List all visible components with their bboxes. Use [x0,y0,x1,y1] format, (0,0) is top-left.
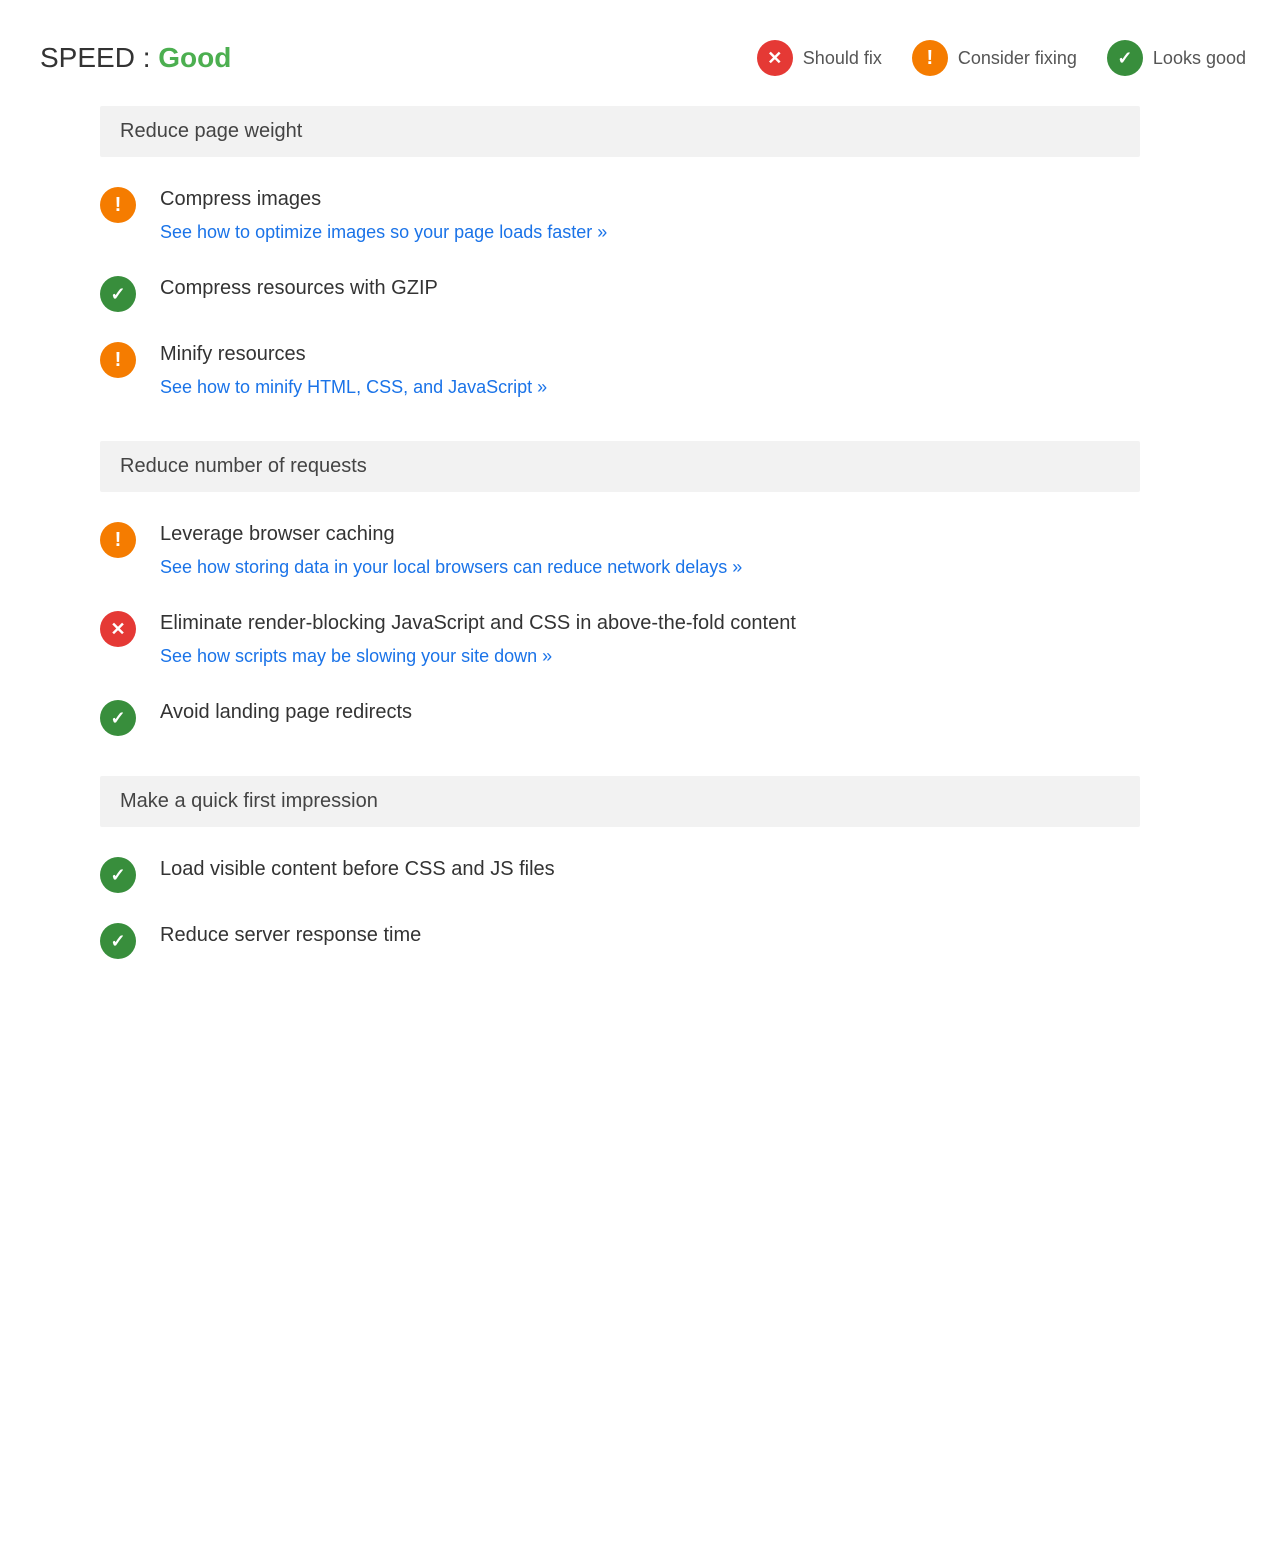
section-header-quick-impression: Make a quick first impression [100,776,1140,827]
server-response-icon [100,923,136,959]
speed-text: SPEED : [40,42,150,73]
browser-caching-circle [100,522,136,558]
compress-images-circle [100,187,136,223]
compress-gzip-title: Compress resources with GZIP [160,274,438,302]
compress-images-content: Compress images See how to optimize image… [160,185,607,246]
section-header-reduce-page-weight: Reduce page weight [100,106,1140,157]
browser-caching-icon [100,522,136,558]
legend-should-fix: Should fix [757,40,882,76]
browser-caching-title: Leverage browser caching [160,520,742,548]
compress-gzip-circle [100,276,136,312]
landing-redirects-title: Avoid landing page redirects [160,698,412,726]
landing-redirects-icon [100,700,136,736]
render-blocking-title: Eliminate render-blocking JavaScript and… [160,609,796,637]
compress-images-title: Compress images [160,185,607,213]
legend-consider-fixing: Consider fixing [912,40,1077,76]
minify-resources-link[interactable]: See how to minify HTML, CSS, and JavaScr… [160,374,547,401]
consider-fixing-icon [912,40,948,76]
server-response-content: Reduce server response time [160,921,421,949]
browser-caching-content: Leverage browser caching See how storing … [160,520,742,581]
render-blocking-circle [100,611,136,647]
check-item-compress-gzip: Compress resources with GZIP [100,256,1140,322]
should-fix-icon [757,40,793,76]
consider-fixing-label: Consider fixing [958,48,1077,69]
landing-redirects-circle [100,700,136,736]
check-item-compress-images: Compress images See how to optimize image… [100,167,1140,256]
speed-value: Good [158,42,231,73]
landing-redirects-content: Avoid landing page redirects [160,698,412,726]
check-item-minify-resources: Minify resources See how to minify HTML, … [100,322,1140,411]
minify-resources-title: Minify resources [160,340,547,368]
looks-good-label: Looks good [1153,48,1246,69]
section-header-reduce-requests: Reduce number of requests [100,441,1140,492]
load-visible-content-circle [100,857,136,893]
compress-images-icon [100,187,136,223]
render-blocking-icon [100,611,136,647]
should-fix-label: Should fix [803,48,882,69]
legend: Should fix Consider fixing Looks good [757,40,1246,76]
render-blocking-content: Eliminate render-blocking JavaScript and… [160,609,796,670]
speed-label: SPEED : Good [40,42,231,74]
minify-resources-circle [100,342,136,378]
looks-good-icon [1107,40,1143,76]
check-item-landing-redirects: Avoid landing page redirects [100,680,1140,746]
check-item-browser-caching: Leverage browser caching See how storing … [100,502,1140,591]
check-item-server-response: Reduce server response time [100,903,1140,969]
legend-looks-good: Looks good [1107,40,1246,76]
compress-gzip-content: Compress resources with GZIP [160,274,438,302]
check-item-render-blocking: Eliminate render-blocking JavaScript and… [100,591,1140,680]
load-visible-content-icon [100,857,136,893]
minify-resources-content: Minify resources See how to minify HTML, … [160,340,547,401]
browser-caching-link[interactable]: See how storing data in your local brows… [160,554,742,581]
server-response-circle [100,923,136,959]
check-item-load-visible-content: Load visible content before CSS and JS f… [100,837,1140,903]
render-blocking-link[interactable]: See how scripts may be slowing your site… [160,643,796,670]
server-response-title: Reduce server response time [160,921,421,949]
compress-gzip-icon [100,276,136,312]
main-content: Reduce page weight Compress images See how… [40,106,1140,969]
load-visible-content-content: Load visible content before CSS and JS f… [160,855,555,883]
compress-images-link[interactable]: See how to optimize images so your page … [160,219,607,246]
minify-resources-icon [100,342,136,378]
load-visible-content-title: Load visible content before CSS and JS f… [160,855,555,883]
page-header: SPEED : Good Should fix Consider fixing … [40,20,1246,106]
